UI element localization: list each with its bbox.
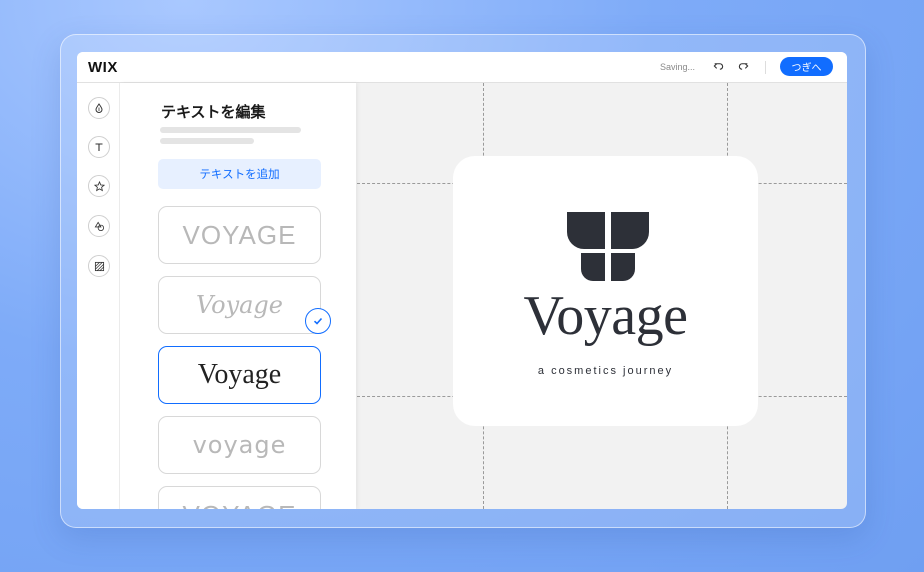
font-option-label: voyage [192, 431, 287, 459]
logo-tagline: a cosmetics journey [537, 365, 674, 377]
selected-check-icon [305, 308, 331, 334]
placeholder-line [160, 127, 301, 133]
editor-window: WIX Saving... つぎへ テキストを編集 テキストを追加 VOYAGE… [77, 52, 847, 509]
drop-icon[interactable] [88, 97, 110, 119]
text-icon[interactable] [88, 136, 110, 158]
font-option-label: VOYAGE [183, 500, 297, 510]
undo-icon[interactable] [711, 59, 725, 73]
left-tool-bar [77, 83, 120, 509]
font-option-4[interactable]: voyage [158, 416, 321, 474]
font-option-label: VOYAGE [182, 219, 297, 250]
top-bar: WIX Saving... つぎへ [77, 52, 847, 83]
font-option-1[interactable]: VOYAGE [158, 206, 321, 264]
add-text-button[interactable]: テキストを追加 [158, 159, 321, 189]
toolbar-divider [765, 61, 766, 74]
font-option-2[interactable]: Voyage [158, 276, 321, 334]
saving-status: Saving... [660, 62, 696, 72]
font-option-3-selected[interactable]: Voyage [158, 346, 321, 404]
font-option-5[interactable]: VOYAGE [158, 486, 321, 509]
shapes-icon[interactable] [88, 215, 110, 237]
placeholder-line [160, 138, 254, 144]
logo-brand-name: Voyage [523, 285, 688, 347]
next-button[interactable]: つぎへ [780, 57, 833, 76]
font-option-label: Voyage [195, 291, 283, 319]
butterfly-logo-icon [567, 212, 649, 281]
logo-preview-card[interactable]: Voyage a cosmetics journey [453, 156, 758, 426]
star-icon[interactable] [88, 175, 110, 197]
panel-title: テキストを編集 [161, 104, 266, 121]
font-option-label: Voyage [197, 359, 282, 390]
pattern-icon[interactable] [88, 255, 110, 277]
wix-logo: WIX [88, 59, 118, 76]
edit-text-panel: テキストを編集 テキストを追加 VOYAGE Voyage Voyage voy… [120, 83, 356, 509]
redo-icon[interactable] [736, 59, 750, 73]
